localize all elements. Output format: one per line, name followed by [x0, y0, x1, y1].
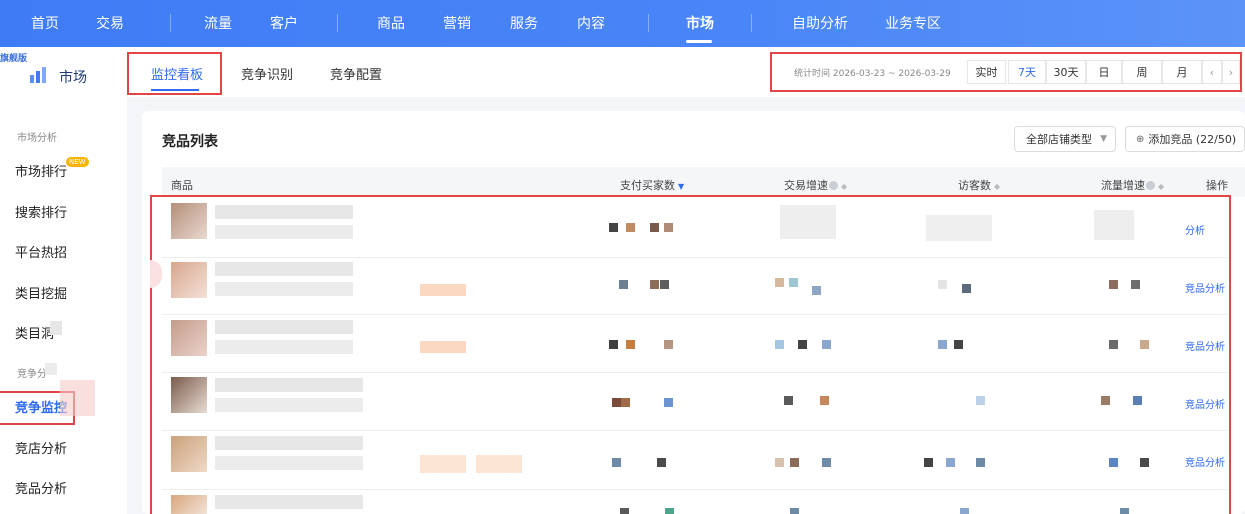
nav-self-analysis[interactable]: 自助分析: [792, 13, 848, 33]
sidebar-item-category-insight[interactable]: 类目洞: [15, 323, 54, 342]
nav-separator: [170, 14, 171, 32]
column-actions: 操作: [1206, 179, 1228, 192]
column-visitors-label: 访客数: [958, 179, 991, 192]
sidebar-item-search-rank[interactable]: 搜索排行: [15, 202, 67, 221]
blurred-overlay: [60, 380, 95, 416]
column-paying-buyers[interactable]: 支付买家数 ▼: [620, 177, 684, 193]
column-traffic-growth[interactable]: 流量增速 ◆: [1101, 177, 1164, 193]
blurred-text: [45, 363, 57, 375]
nav-service[interactable]: 服务: [510, 13, 538, 33]
card-title: 竞品列表: [162, 134, 218, 150]
table-header: [162, 167, 1245, 197]
shop-type-select-value: 全部店铺类型: [1026, 133, 1092, 146]
sidebar-item-category-mining[interactable]: 类目挖掘: [15, 283, 67, 302]
new-badge: NEW: [66, 157, 89, 167]
nav-customer[interactable]: 客户: [270, 13, 298, 33]
top-navigation: 首页 交易 流量 客户 商品 营销 服务 内容 市场 自助分析 业务专区: [0, 0, 1245, 47]
column-goods: 商品: [171, 179, 193, 192]
tab-competition-config[interactable]: 竞争配置: [330, 64, 382, 83]
add-competitor-label: 添加竞品 (22/50): [1148, 133, 1237, 146]
info-icon: [1146, 181, 1155, 190]
nav-separator: [337, 14, 338, 32]
sidebar-item-goods-analysis[interactable]: 竞品分析: [15, 478, 67, 497]
sort-icon: ▼: [678, 182, 685, 191]
sidebar-item-market-rank[interactable]: 市场排行: [15, 161, 67, 180]
column-paying-buyers-label: 支付买家数: [620, 179, 675, 192]
nav-separator: [648, 14, 649, 32]
shop-type-select[interactable]: 全部店铺类型 ▼: [1014, 126, 1116, 152]
tab-competition-identify[interactable]: 竞争识别: [241, 64, 293, 83]
sidebar-title: 市场: [59, 70, 87, 86]
info-icon: [829, 181, 838, 190]
nav-market[interactable]: 市场: [686, 13, 714, 33]
nav-traffic[interactable]: 流量: [204, 13, 232, 33]
add-competitor-button[interactable]: ⊕ 添加竞品 (22/50): [1125, 126, 1245, 152]
sort-icon: ◆: [841, 182, 848, 191]
sort-icon: ◆: [994, 182, 1001, 191]
nav-separator: [751, 14, 752, 32]
nav-business-zone[interactable]: 业务专区: [885, 13, 941, 33]
column-trade-growth-label: 交易增速: [784, 179, 828, 192]
nav-marketing[interactable]: 营销: [443, 13, 471, 33]
nav-goods[interactable]: 商品: [377, 13, 405, 33]
chevron-down-icon: ▼: [1100, 134, 1107, 144]
highlight-box: [127, 52, 222, 95]
nav-trade[interactable]: 交易: [96, 13, 124, 33]
column-visitors[interactable]: 访客数 ◆: [958, 177, 1000, 193]
nav-active-indicator: [686, 40, 712, 43]
column-trade-growth[interactable]: 交易增速 ◆: [784, 177, 847, 193]
sidebar-item-shop-analysis[interactable]: 竞店分析: [15, 438, 67, 457]
sidebar-section-competition: 竞争分: [17, 369, 47, 380]
sidebar-section-market-analysis: 市场分析: [17, 133, 57, 144]
blurred-text: [50, 321, 62, 335]
nav-content[interactable]: 内容: [577, 13, 605, 33]
plus-circle-icon: ⊕: [1136, 133, 1145, 145]
sort-icon: ◆: [1158, 182, 1165, 191]
market-chart-icon: [30, 67, 46, 83]
highlight-box: [150, 195, 1231, 514]
sidebar-item-platform-hot[interactable]: 平台热招: [15, 242, 67, 261]
highlight-box: [770, 52, 1242, 92]
nav-home[interactable]: 首页: [31, 13, 59, 33]
edition-badge: 旗舰版: [0, 54, 28, 64]
column-traffic-growth-label: 流量增速: [1101, 179, 1145, 192]
